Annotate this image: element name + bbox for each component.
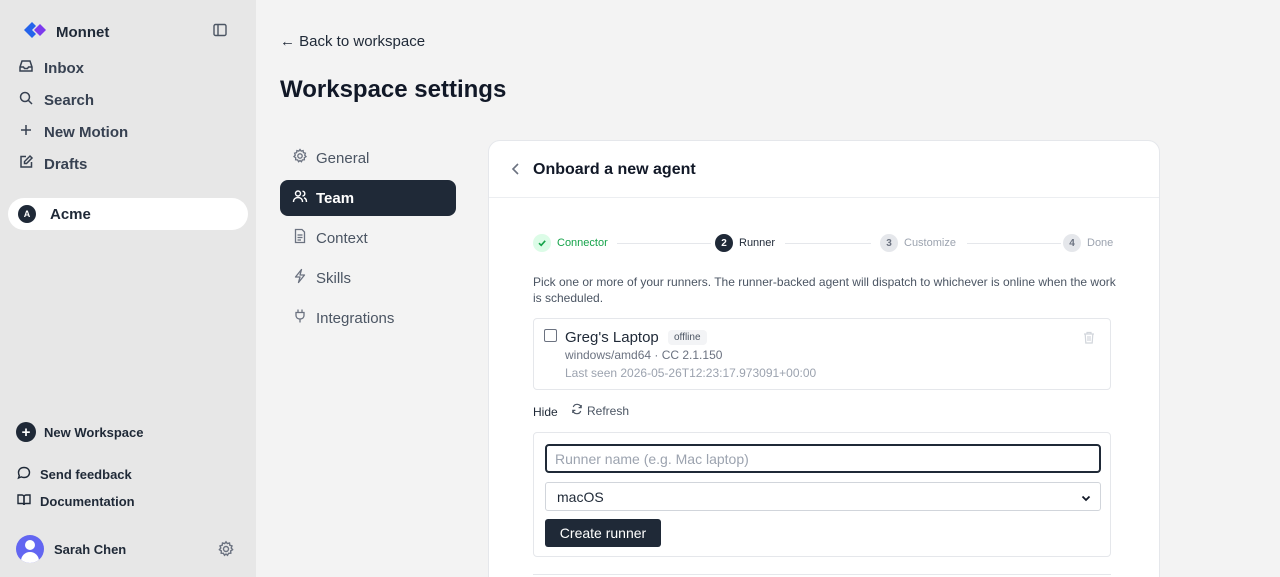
step-connector-line: [967, 243, 1061, 244]
runner-checkbox[interactable]: [544, 329, 557, 342]
avatar: [16, 535, 44, 563]
refresh-label: Refresh: [587, 403, 630, 418]
check-icon: [533, 234, 551, 252]
step-label: Customize: [904, 237, 956, 249]
page-title: Workspace settings: [280, 76, 507, 103]
stepper: Connector 2 Runner 3 Customize 4 Done: [533, 234, 1118, 254]
gear-icon[interactable]: [217, 540, 235, 563]
status-badge: offline: [668, 330, 707, 345]
create-runner-button[interactable]: Create runner: [545, 519, 661, 547]
new-workspace-label: New Workspace: [44, 424, 144, 440]
inbox-icon: [18, 58, 34, 78]
step-customize: 3 Customize: [880, 234, 960, 252]
step-label: Runner: [739, 237, 776, 249]
step-number: 3: [880, 234, 898, 252]
refresh-button[interactable]: Refresh: [571, 403, 629, 418]
step-connector: Connector: [533, 234, 612, 252]
workspace-label: Acme: [50, 205, 91, 223]
chevron-left-icon[interactable]: [509, 161, 523, 182]
runner-item: Greg's Laptop offline windows/amd64 · CC…: [533, 318, 1111, 390]
plug-icon: [292, 308, 308, 328]
step-label: Done: [1087, 237, 1114, 249]
sidebar-item-label: Search: [44, 91, 95, 109]
workspace-item-acme[interactable]: A Acme: [8, 198, 248, 230]
sidebar-item-search[interactable]: Search: [18, 90, 94, 110]
user-profile[interactable]: Sarah Chen: [16, 535, 126, 563]
step-connector-line: [617, 243, 711, 244]
send-feedback-label: Send feedback: [40, 467, 132, 482]
workspace-badge: A: [18, 205, 36, 223]
send-feedback-link[interactable]: Send feedback: [16, 465, 132, 484]
step-number: 4: [1063, 234, 1081, 252]
chevron-down-icon: [1080, 491, 1092, 507]
settings-nav-label: Skills: [316, 269, 352, 287]
settings-nav-integrations[interactable]: Integrations: [280, 300, 456, 336]
runner-description: Pick one or more of your runners. The ru…: [533, 275, 1116, 305]
plus-circle-icon: +: [16, 422, 36, 442]
create-runner-form: macOS Create runner: [533, 432, 1111, 557]
sidebar-item-inbox[interactable]: Inbox: [18, 58, 84, 78]
plus-icon: [18, 122, 34, 142]
settings-nav-label: Integrations: [316, 309, 395, 327]
users-icon: [292, 188, 308, 208]
gear-icon: [292, 148, 308, 168]
runner-meta: windows/amd64 · CC 2.1.150: [565, 348, 723, 362]
runner-last-seen: Last seen 2026-05-26T12:23:17.973091+00:…: [565, 366, 817, 380]
sidebar: Monnet Inbox Search New Motion Drafts A …: [0, 0, 256, 577]
step-connector-line: [785, 243, 871, 244]
hide-button[interactable]: Hide: [533, 405, 558, 419]
settings-nav-skills[interactable]: Skills: [280, 260, 456, 296]
new-workspace-button[interactable]: + New Workspace: [16, 422, 143, 442]
runner-name-input[interactable]: [545, 444, 1101, 473]
chat-bubble-icon: [16, 465, 32, 484]
settings-nav-team[interactable]: Team: [280, 180, 456, 216]
settings-nav-label: Team: [316, 189, 355, 207]
os-select[interactable]: macOS: [545, 482, 1101, 511]
sidebar-item-label: New Motion: [44, 123, 129, 141]
back-to-workspace-link[interactable]: ← Back to workspace: [280, 33, 425, 50]
bolt-icon: [292, 268, 308, 288]
sidebar-item-label: Inbox: [44, 59, 84, 77]
trash-icon[interactable]: [1083, 331, 1095, 349]
settings-nav-label: Context: [316, 229, 368, 247]
user-name: Sarah Chen: [54, 541, 127, 557]
settings-nav-general[interactable]: General: [280, 140, 456, 176]
monnet-logo-icon: [22, 20, 48, 45]
settings-nav-context[interactable]: Context: [280, 220, 456, 256]
app-name: Monnet: [56, 24, 110, 41]
refresh-icon: [571, 403, 583, 418]
step-number: 2: [715, 234, 733, 252]
step-runner: 2 Runner: [715, 234, 780, 252]
card-header: Onboard a new agent: [489, 141, 1159, 198]
documentation-link[interactable]: Documentation: [16, 492, 135, 511]
edit-icon: [18, 154, 34, 174]
sidebar-item-new-motion[interactable]: New Motion: [18, 122, 128, 142]
book-icon: [16, 492, 32, 511]
document-icon: [292, 228, 308, 248]
sidebar-item-label: Drafts: [44, 155, 88, 173]
divider: [533, 574, 1111, 575]
os-select-value: macOS: [557, 488, 604, 505]
search-icon: [18, 90, 34, 110]
settings-nav-label: General: [316, 149, 370, 167]
documentation-label: Documentation: [40, 494, 135, 509]
brand[interactable]: Monnet: [22, 20, 109, 45]
card-title: Onboard a new agent: [533, 161, 696, 178]
sidebar-toggle-icon[interactable]: [212, 22, 228, 43]
onboard-agent-card: Onboard a new agent Connector 2 Runner 3…: [488, 140, 1160, 577]
sidebar-item-drafts[interactable]: Drafts: [18, 154, 87, 174]
step-done: 4 Done: [1063, 234, 1118, 252]
runner-name: Greg's Laptop: [565, 329, 659, 346]
step-label: Connector: [557, 237, 608, 249]
